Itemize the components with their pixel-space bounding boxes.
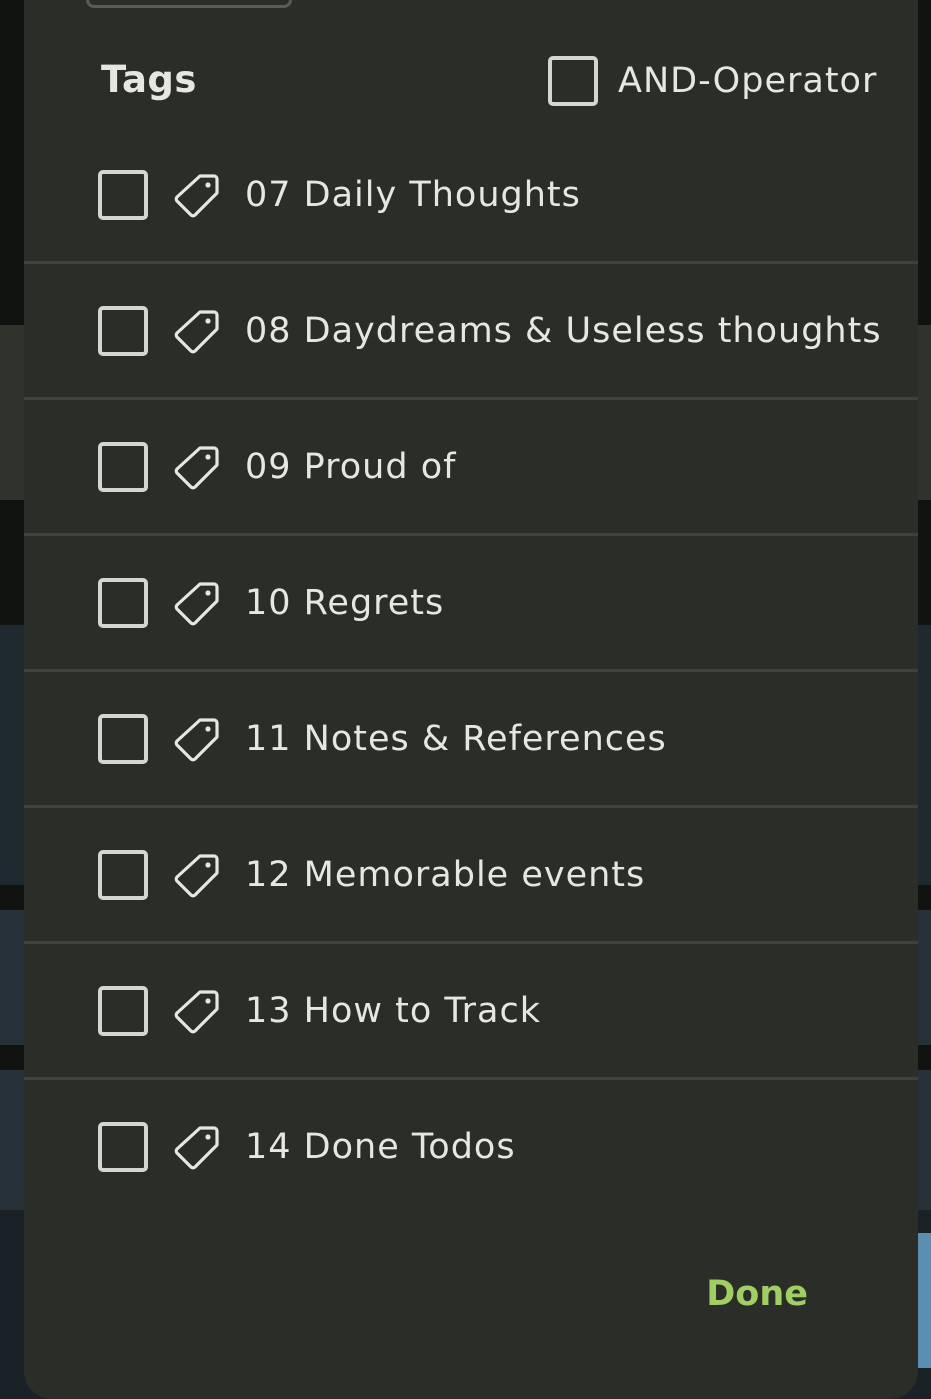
tag-row[interactable]: 12 Memorable events [24, 808, 918, 944]
tag-icon [174, 853, 219, 897]
checkbox-unchecked-icon[interactable] [98, 985, 148, 1036]
tag-label: 08 Daydreams & Useless thoughts [245, 310, 882, 351]
checkbox-unchecked-icon[interactable] [98, 1121, 148, 1172]
tag-label: 14 Done Todos [245, 1126, 516, 1167]
tag-row[interactable]: 09 Proud of [24, 400, 918, 536]
tag-icon [174, 581, 219, 625]
tag-label: 13 How to Track [245, 990, 541, 1031]
checkbox-unchecked-icon[interactable] [548, 56, 598, 106]
checkbox-unchecked-icon[interactable] [98, 169, 148, 220]
tag-icon [174, 1125, 219, 1169]
tag-list: 07 Daily Thoughts 08 Daydreams & Useless… [24, 128, 918, 1213]
tag-icon [174, 989, 219, 1033]
tag-row[interactable]: 10 Regrets [24, 536, 918, 672]
tag-label: 11 Notes & References [245, 718, 667, 759]
background-accent-bar [918, 1233, 931, 1368]
and-operator-label: AND-Operator [618, 61, 878, 101]
tag-icon [174, 309, 219, 353]
dialog-header: Tags AND-Operator [24, 40, 918, 124]
tag-label: 07 Daily Thoughts [245, 174, 581, 215]
tag-row[interactable]: 13 How to Track [24, 944, 918, 1080]
done-button[interactable]: Done [706, 1274, 808, 1314]
tag-icon [174, 173, 219, 217]
tag-row[interactable]: 11 Notes & References [24, 672, 918, 808]
tag-row[interactable]: 08 Daydreams & Useless thoughts [24, 264, 918, 400]
tag-label: 12 Memorable events [245, 854, 646, 895]
checkbox-unchecked-icon[interactable] [98, 849, 148, 900]
tag-icon [174, 717, 219, 761]
checkbox-unchecked-icon[interactable] [98, 305, 148, 356]
checkbox-unchecked-icon[interactable] [98, 577, 148, 628]
tag-label: 09 Proud of [245, 446, 457, 487]
tag-icon [174, 445, 219, 489]
dialog-title: Tags [101, 58, 197, 101]
tags-dialog: Tags AND-Operator 07 Daily Thoughts 08 D… [24, 0, 918, 1399]
checkbox-unchecked-icon[interactable] [98, 713, 148, 764]
drag-handle[interactable] [86, 0, 292, 8]
checkbox-unchecked-icon[interactable] [98, 441, 148, 492]
tag-label: 10 Regrets [245, 582, 445, 623]
tag-row[interactable]: 14 Done Todos [24, 1080, 918, 1213]
and-operator-toggle[interactable]: AND-Operator [548, 55, 877, 107]
tag-row[interactable]: 07 Daily Thoughts [24, 128, 918, 264]
